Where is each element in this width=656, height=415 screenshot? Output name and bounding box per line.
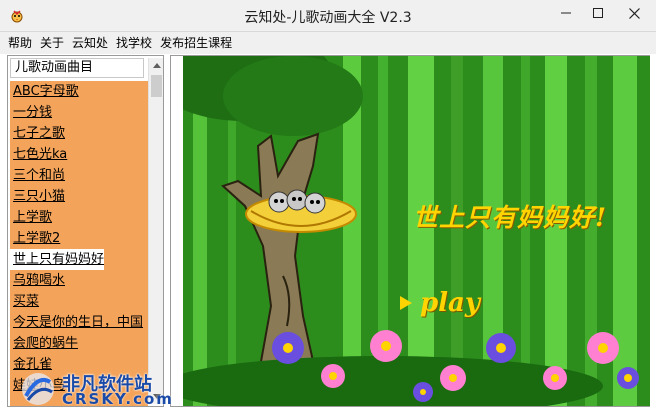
minimize-button[interactable] xyxy=(550,0,582,26)
song-item[interactable]: 会爬的蜗牛 xyxy=(10,333,78,354)
menu-yunzhichu[interactable]: 云知处 xyxy=(72,32,108,54)
song-item[interactable]: 乌鸦喝水 xyxy=(10,270,65,291)
song-list-header: 儿歌动画曲目 xyxy=(10,58,144,78)
play-icon xyxy=(400,296,412,310)
close-button[interactable] xyxy=(613,0,656,26)
song-item-selected[interactable]: 世上只有妈妈好 xyxy=(10,249,105,270)
scroll-up-button[interactable] xyxy=(149,58,163,73)
song-item[interactable]: 七子之歌 xyxy=(10,123,65,144)
minimize-icon xyxy=(561,12,571,14)
song-item[interactable]: 今天是你的生日，中国 xyxy=(10,312,143,333)
menu-find-school[interactable]: 找学校 xyxy=(116,32,152,54)
scrollbar-thumb[interactable] xyxy=(151,75,162,97)
menu-post-course[interactable]: 发布招生课程 xyxy=(160,32,232,54)
song-item[interactable]: 上学歌 xyxy=(10,207,52,228)
close-icon xyxy=(629,7,640,19)
play-label: play xyxy=(420,288,481,318)
menu-bar: 帮助 关于 云知处 找学校 发布招生课程 xyxy=(0,32,656,54)
menu-help[interactable]: 帮助 xyxy=(8,32,32,54)
maximize-button[interactable] xyxy=(582,0,614,26)
maximize-icon xyxy=(593,8,603,18)
play-button[interactable]: play xyxy=(400,288,495,318)
watermark-line2: CRSKY.com xyxy=(62,390,174,408)
chevron-up-icon xyxy=(152,63,161,68)
song-item[interactable]: ABC字母歌 xyxy=(10,81,79,102)
title-bar: 云知处-儿歌动画大全 V2.3 xyxy=(0,0,656,32)
song-title-text: 世上只有妈妈好! xyxy=(413,203,607,232)
song-list-panel: 儿歌动画曲目 ABC字母歌 一分钱 七子之歌 七色光ka 三个和尚 三只小猫 上… xyxy=(7,55,164,407)
song-list[interactable]: ABC字母歌 一分钱 七子之歌 七色光ka 三个和尚 三只小猫 上学歌 上学歌2… xyxy=(10,81,148,406)
site-watermark: 非凡软件站 CRSKY.com xyxy=(18,368,172,410)
song-item[interactable]: 一分钱 xyxy=(10,102,52,123)
song-item[interactable]: 买菜 xyxy=(10,291,39,312)
song-item[interactable]: 三个和尚 xyxy=(10,165,65,186)
song-item[interactable]: 七色光ka xyxy=(10,144,67,165)
song-item[interactable]: 上学歌2 xyxy=(10,228,60,249)
menu-about[interactable]: 关于 xyxy=(40,32,64,54)
song-item[interactable]: 三只小猫 xyxy=(10,186,65,207)
watermark-logo-icon xyxy=(22,373,54,405)
song-list-scrollbar[interactable] xyxy=(148,58,163,404)
